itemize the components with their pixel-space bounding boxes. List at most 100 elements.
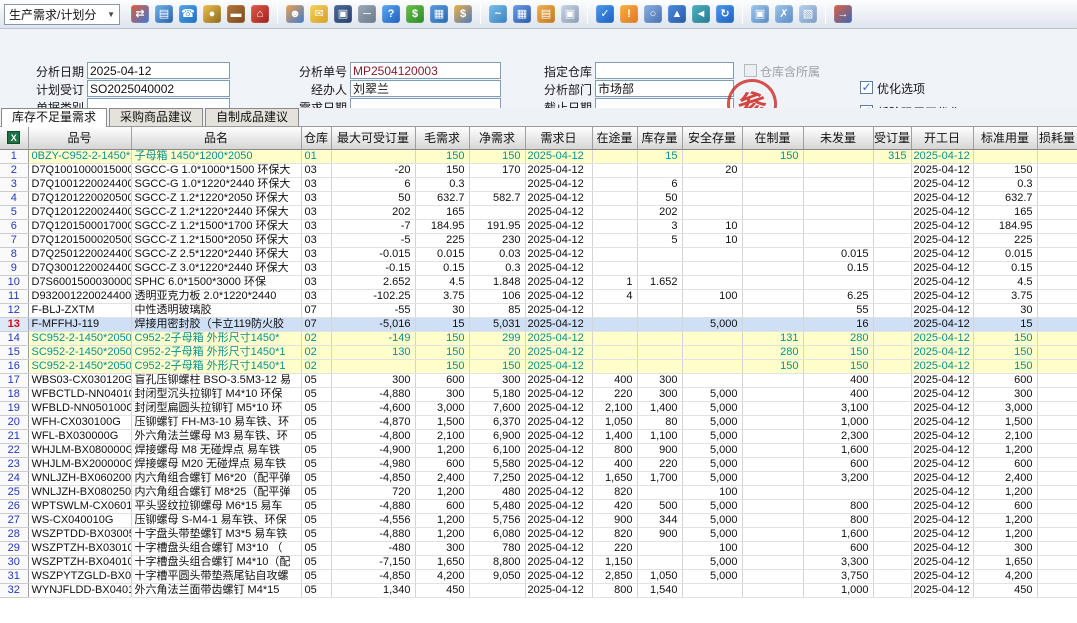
salary-icon[interactable]: $ bbox=[454, 5, 472, 23]
tab-purchase-suggestion[interactable]: 采购商品建议 bbox=[109, 108, 203, 126]
monitor-chart-icon[interactable]: ~ bbox=[489, 5, 507, 23]
table-row[interactable]: 3D7Q1001220024400GSGCC-G 1.0*1220*2440 环… bbox=[0, 177, 1077, 191]
money-icon[interactable]: $ bbox=[406, 5, 424, 23]
col-header-stock[interactable]: 库存量 bbox=[637, 127, 682, 149]
table-row[interactable]: 18WFBCTLD-NN040100G封闭型沉头拉铆钉 M4*10 环保05-4… bbox=[0, 387, 1077, 401]
col-header-pn[interactable]: 品号 bbox=[28, 127, 131, 149]
cell-pn: WSZPTZH-BX040100G bbox=[28, 555, 131, 569]
table-row[interactable]: 5D7Q1201220024400GSGCC-Z 1.2*1220*2440 环… bbox=[0, 205, 1077, 219]
table-row[interactable]: 2D7Q1001000015000GSGCC-G 1.0*1000*1500 环… bbox=[0, 163, 1077, 177]
table-row[interactable]: 9D7Q3001220024400GSGCC-Z 3.0*1220*2440 环… bbox=[0, 261, 1077, 275]
col-header-ordered[interactable]: 受订量 bbox=[873, 127, 911, 149]
monitor-select-icon[interactable]: ◄ bbox=[692, 5, 710, 23]
col-header-max-order[interactable]: 最大可受订量 bbox=[331, 127, 415, 149]
table-row[interactable]: 27WS-CX040010G压铆螺母 S-M4-1 易车铁、环保05-4,556… bbox=[0, 513, 1077, 527]
col-header-safety-stock[interactable]: 安全存量 bbox=[682, 127, 742, 149]
cell-max-order: 300 bbox=[331, 373, 415, 387]
computer-icon[interactable]: ▤ bbox=[155, 5, 173, 23]
key-icon[interactable]: ─ bbox=[358, 5, 376, 23]
col-header-gross-demand[interactable]: 毛需求 bbox=[415, 127, 469, 149]
warehouse-field[interactable] bbox=[595, 62, 734, 79]
col-header-std-usage[interactable]: 标准用量 bbox=[973, 127, 1037, 149]
table-row[interactable]: 4D7Q1201220020500GSGCC-Z 1.2*1220*2050 环… bbox=[0, 191, 1077, 205]
table-row[interactable]: 13F-MFFHJ-119焊接用密封胶（卡立119防火胶07-5,016155,… bbox=[0, 317, 1077, 331]
table-row[interactable]: 14SC952-2-1450*2050-C952-2子母箱 外形尺寸1450*0… bbox=[0, 331, 1077, 345]
cart-icon[interactable]: ▦ bbox=[430, 5, 448, 23]
search-doc-icon[interactable]: ○ bbox=[644, 5, 662, 23]
cell-gross-demand: 632.7 bbox=[415, 191, 469, 205]
grid-corner-cell[interactable]: X bbox=[0, 127, 28, 149]
table-row[interactable]: 26WPTSWLM-CX060150G平头竖纹拉铆螺母 M6*15 易车05-4… bbox=[0, 499, 1077, 513]
cell-gross-demand: 300 bbox=[415, 387, 469, 401]
table-row[interactable]: 16SC952-2-1450*2050-C952-2子母箱 外形尺寸1450*1… bbox=[0, 359, 1077, 373]
exit-icon[interactable]: → bbox=[834, 5, 852, 23]
table-row[interactable]: 11D932001220024400G透明亚克力板 2.0*1220*24400… bbox=[0, 289, 1077, 303]
col-header-net-demand[interactable]: 净需求 bbox=[469, 127, 525, 149]
lock-key-icon[interactable]: ● bbox=[203, 5, 221, 23]
table-row[interactable]: 19WFBLD-NN050100G封闭型扁圆头拉铆钉 M5*10 环05-4,6… bbox=[0, 401, 1077, 415]
col-header-wh[interactable]: 仓库 bbox=[301, 127, 331, 149]
phone-icon[interactable]: ☎ bbox=[179, 5, 197, 23]
table-row[interactable]: 10D7S6001500030000GSPHC 6.0*1500*3000 环保… bbox=[0, 275, 1077, 289]
optimize-checkbox[interactable]: ✓ bbox=[860, 81, 873, 94]
table-row[interactable]: 21WFL-BX030000G外六角法兰螺母 M3 易车铁、环05-4,8002… bbox=[0, 429, 1077, 443]
restore-window-icon[interactable]: ▣ bbox=[751, 5, 769, 23]
table-row[interactable]: 23WHJLM-BX200000G焊接螺母 M20 无碰焊点 易车铁05-4,9… bbox=[0, 457, 1077, 471]
table-row[interactable]: 29WSZPTZH-BX030100G十字槽盘头组合螺钉 M3*10 （05-4… bbox=[0, 541, 1077, 555]
analysis-date-field[interactable] bbox=[87, 62, 230, 79]
cell-in-transit bbox=[592, 233, 637, 247]
cell-max-order: -5 bbox=[331, 233, 415, 247]
table-row[interactable]: 20WFH-CX030100G压铆螺钉 FH-M3-10 易车铁、环05-4,8… bbox=[0, 415, 1077, 429]
table-row[interactable]: 25WNLJZH-BX080250G内六角组合螺钉 M8*25（配平弹05720… bbox=[0, 485, 1077, 499]
table-row[interactable]: 32WYNJFLDD-BX040150G外六角法兰面带齿螺钉 M4*15051,… bbox=[0, 583, 1077, 597]
home-icon[interactable]: ⌂ bbox=[251, 5, 269, 23]
excel-export-icon[interactable]: X bbox=[7, 131, 20, 144]
tab-self-made-suggestion[interactable]: 自制成品建议 bbox=[205, 108, 299, 126]
cascade-windows-icon[interactable]: ▧ bbox=[799, 5, 817, 23]
cell-start-date: 2025-04-12 bbox=[911, 163, 973, 177]
col-header-start-date[interactable]: 开工日 bbox=[911, 127, 973, 149]
col-header-demand-date[interactable]: 需求日 bbox=[525, 127, 592, 149]
warehouse-incl-checkbox[interactable]: ✓ bbox=[744, 64, 757, 77]
table-row[interactable]: 17WBS03-CX030120G盲孔压铆螺柱 BSO-3.5M3-12 易05… bbox=[0, 373, 1077, 387]
col-header-in-transit[interactable]: 在途量 bbox=[592, 127, 637, 149]
plan-order-field[interactable] bbox=[87, 80, 230, 97]
table-row[interactable]: 28WSZPTDD-BX030050G十字盘头带垫螺钉 M3*5 易车铁05-4… bbox=[0, 527, 1077, 541]
ok-icon[interactable]: ✓ bbox=[596, 5, 614, 23]
archive-icon[interactable]: ▣ bbox=[334, 5, 352, 23]
view-selector-dropdown[interactable]: 生产需求/计划分 ▼ bbox=[4, 4, 120, 25]
table-row[interactable]: 7D7Q1201500020500GSGCC-Z 1.2*1500*2050 环… bbox=[0, 233, 1077, 247]
table-row[interactable]: 30WSZPTZH-BX040100G十字槽盘头组合螺钉 M4*10（配05-7… bbox=[0, 555, 1077, 569]
cell-stock bbox=[637, 485, 682, 499]
col-header-loss[interactable]: 损耗量 bbox=[1037, 127, 1077, 149]
close-window-icon[interactable]: ✗ bbox=[775, 5, 793, 23]
table-row[interactable]: 15SC952-2-1450*2050-C952-2子母箱 外形尺寸1450*1… bbox=[0, 345, 1077, 359]
table-row[interactable]: 10BZY-C952-2-1450*2(子母箱 1450*1200*205001… bbox=[0, 149, 1077, 163]
col-header-unshipped[interactable]: 未发量 bbox=[803, 127, 873, 149]
table-row[interactable]: 24WNLJZH-BX060200G内六角组合螺钉 M6*20（配平弹05-4,… bbox=[0, 471, 1077, 485]
tab-stock-shortage[interactable]: 库存不足量需求 bbox=[1, 108, 107, 127]
mail-icon[interactable]: ✉ bbox=[310, 5, 328, 23]
table-row[interactable]: 12F-BLJ-ZXTM中性透明玻璃胶07-5530852025-04-1255… bbox=[0, 303, 1077, 317]
cell-loss bbox=[1037, 247, 1077, 261]
workflow-icon[interactable]: ⇄ bbox=[131, 5, 149, 23]
analysis-dept-field[interactable] bbox=[595, 80, 734, 97]
users-icon[interactable]: ☻ bbox=[286, 5, 304, 23]
alert-bell-icon[interactable]: ! bbox=[620, 5, 638, 23]
refresh-icon[interactable]: ↻ bbox=[716, 5, 734, 23]
sitemap-icon[interactable]: ▲ bbox=[668, 5, 686, 23]
col-header-name[interactable]: 品名 bbox=[131, 127, 301, 149]
table-row[interactable]: 22WHJLM-BX080000G焊接螺母 M8 无碰焊点 易车铁05-4,90… bbox=[0, 443, 1077, 457]
table-row[interactable]: 31WSZPYTZGLD-BX04015(十字槽平圆头带垫燕尾钻自攻螺05-4,… bbox=[0, 569, 1077, 583]
drawer-icon[interactable]: ▤ bbox=[537, 5, 555, 23]
table-row[interactable]: 8D7Q2501220024400GSGCC-Z 2.5*1220*2440 环… bbox=[0, 247, 1077, 261]
cell-pn: WFL-BX030000G bbox=[28, 429, 131, 443]
copy-pages-icon[interactable]: ▣ bbox=[561, 5, 579, 23]
help-icon[interactable]: ? bbox=[382, 5, 400, 23]
col-header-wip[interactable]: 在制量 bbox=[742, 127, 803, 149]
operator-field[interactable] bbox=[350, 80, 501, 97]
calculator-icon[interactable]: ▦ bbox=[513, 5, 531, 23]
briefcase-icon[interactable]: ▬ bbox=[227, 5, 245, 23]
table-row[interactable]: 6D7Q1201500017000GSGCC-Z 1.2*1500*1700 环… bbox=[0, 219, 1077, 233]
analysis-no-field[interactable] bbox=[350, 62, 501, 79]
